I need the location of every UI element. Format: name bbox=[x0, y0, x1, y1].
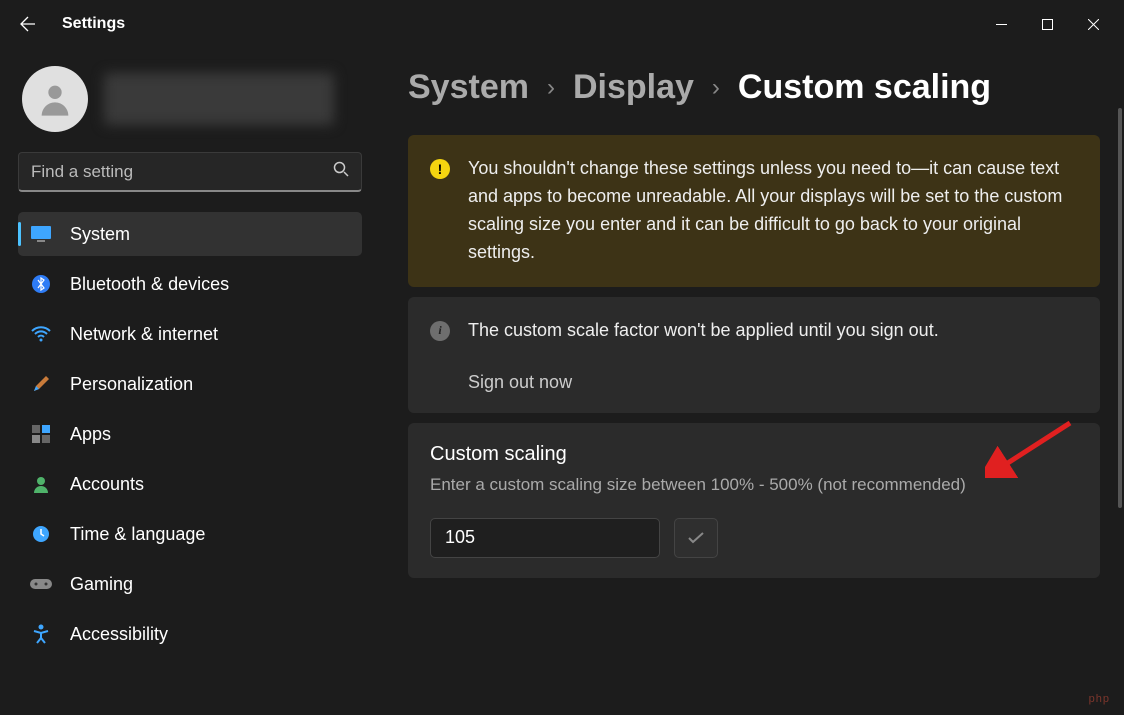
breadcrumb: System › Display › Custom scaling bbox=[408, 68, 1100, 107]
user-profile[interactable] bbox=[18, 66, 362, 132]
setting-description: Enter a custom scaling size between 100%… bbox=[430, 472, 1078, 498]
apply-button[interactable] bbox=[674, 518, 718, 558]
warning-card: ! You shouldn't change these settings un… bbox=[408, 135, 1100, 287]
watermark: php bbox=[1089, 693, 1110, 705]
main-content: System › Display › Custom scaling ! You … bbox=[380, 48, 1124, 715]
back-button[interactable] bbox=[8, 4, 48, 44]
search-box[interactable] bbox=[18, 152, 362, 192]
sidebar: System Bluetooth & devices Network & int… bbox=[0, 48, 380, 715]
nav-label: System bbox=[70, 224, 130, 245]
nav-item-gaming[interactable]: Gaming bbox=[18, 562, 362, 606]
titlebar: Settings bbox=[0, 0, 1124, 48]
setting-title: Custom scaling bbox=[430, 443, 1078, 466]
maximize-icon bbox=[1042, 19, 1053, 30]
sign-out-link[interactable]: Sign out now bbox=[468, 372, 939, 393]
nav-item-accounts[interactable]: Accounts bbox=[18, 462, 362, 506]
warning-text: You shouldn't change these settings unle… bbox=[468, 155, 1078, 267]
nav-item-system[interactable]: System bbox=[18, 212, 362, 256]
close-button[interactable] bbox=[1070, 8, 1116, 40]
breadcrumb-current: Custom scaling bbox=[738, 68, 991, 107]
nav-item-time-language[interactable]: Time & language bbox=[18, 512, 362, 556]
bluetooth-icon bbox=[30, 273, 52, 295]
person-icon bbox=[30, 473, 52, 495]
nav-item-bluetooth[interactable]: Bluetooth & devices bbox=[18, 262, 362, 306]
apps-icon bbox=[30, 423, 52, 445]
monitor-icon bbox=[30, 223, 52, 245]
search-input[interactable] bbox=[31, 162, 333, 182]
window-controls bbox=[978, 8, 1116, 40]
breadcrumb-system[interactable]: System bbox=[408, 68, 529, 107]
nav-list: System Bluetooth & devices Network & int… bbox=[18, 212, 362, 662]
brush-icon bbox=[30, 373, 52, 395]
nav-label: Accounts bbox=[70, 474, 144, 495]
avatar bbox=[22, 66, 88, 132]
nav-label: Network & internet bbox=[70, 324, 218, 345]
gamepad-icon bbox=[30, 573, 52, 595]
nav-item-accessibility[interactable]: Accessibility bbox=[18, 612, 362, 656]
checkmark-icon bbox=[688, 532, 704, 544]
nav-label: Gaming bbox=[70, 574, 133, 595]
minimize-button[interactable] bbox=[978, 8, 1024, 40]
warning-icon: ! bbox=[430, 159, 450, 179]
nav-item-apps[interactable]: Apps bbox=[18, 412, 362, 456]
maximize-button[interactable] bbox=[1024, 8, 1070, 40]
app-title: Settings bbox=[62, 15, 125, 33]
scrollbar[interactable] bbox=[1118, 108, 1122, 668]
clock-icon bbox=[30, 523, 52, 545]
nav-item-network[interactable]: Network & internet bbox=[18, 312, 362, 356]
nav-label: Accessibility bbox=[70, 624, 168, 645]
close-icon bbox=[1088, 19, 1099, 30]
scale-input[interactable] bbox=[430, 518, 660, 558]
profile-name-blurred bbox=[104, 73, 334, 125]
scrollbar-thumb[interactable] bbox=[1118, 108, 1122, 508]
nav-item-personalization[interactable]: Personalization bbox=[18, 362, 362, 406]
info-icon: i bbox=[430, 321, 450, 341]
custom-scaling-card: Custom scaling Enter a custom scaling si… bbox=[408, 423, 1100, 578]
info-card: i The custom scale factor won't be appli… bbox=[408, 297, 1100, 414]
nav-label: Bluetooth & devices bbox=[70, 274, 229, 295]
wifi-icon bbox=[30, 323, 52, 345]
person-icon bbox=[35, 79, 75, 119]
nav-label: Personalization bbox=[70, 374, 193, 395]
nav-label: Time & language bbox=[70, 524, 205, 545]
accessibility-icon bbox=[30, 623, 52, 645]
chevron-right-icon: › bbox=[712, 74, 720, 102]
chevron-right-icon: › bbox=[547, 74, 555, 102]
minimize-icon bbox=[996, 19, 1007, 30]
info-text: The custom scale factor won't be applied… bbox=[468, 317, 939, 345]
nav-label: Apps bbox=[70, 424, 111, 445]
search-icon bbox=[333, 161, 349, 182]
breadcrumb-display[interactable]: Display bbox=[573, 68, 694, 107]
arrow-left-icon bbox=[20, 16, 36, 32]
